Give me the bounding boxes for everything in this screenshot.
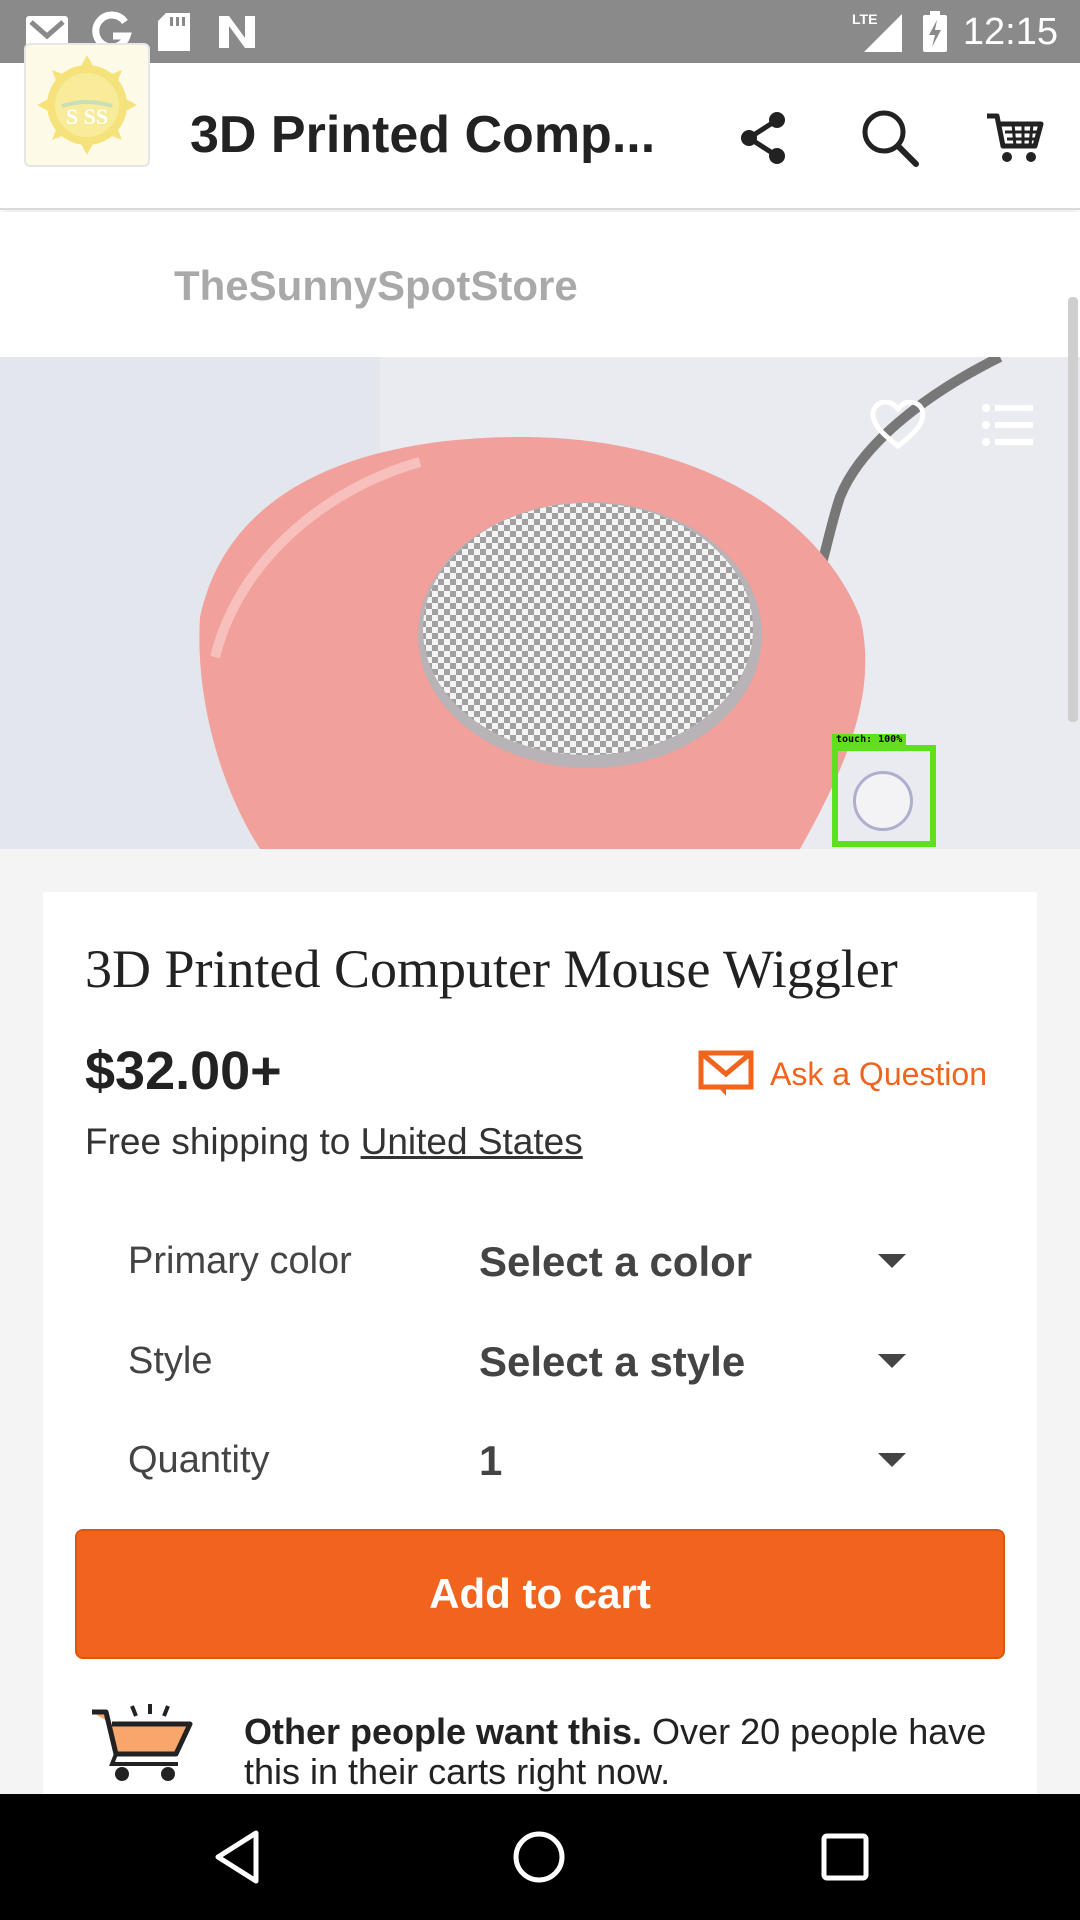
home-icon — [513, 1831, 565, 1883]
recents-button[interactable] — [812, 1824, 878, 1890]
cart-button[interactable] — [982, 105, 1048, 171]
favorite-button[interactable] — [868, 397, 928, 453]
svg-text:LTE: LTE — [852, 11, 877, 27]
list-button[interactable] — [980, 399, 1036, 451]
share-button[interactable] — [730, 105, 796, 171]
cart-icon — [987, 113, 1044, 162]
svg-text:S SS: S SS — [66, 104, 108, 129]
clock: 12:15 — [962, 11, 1058, 53]
touch-indicator — [853, 771, 913, 831]
promo-message: Other people want this. Over 20 people h… — [244, 1712, 1024, 1792]
ask-question-label: Ask a Question — [770, 1055, 987, 1092]
chevron-down-icon — [878, 1254, 906, 1268]
shop-logo[interactable]: S SS — [24, 43, 150, 167]
mail-icon — [698, 1050, 754, 1096]
option-label: Quantity — [128, 1439, 270, 1481]
shipping-destination-link[interactable]: United States — [361, 1121, 583, 1162]
search-button[interactable] — [857, 105, 923, 171]
shipping-prefix: Free shipping to — [85, 1121, 361, 1162]
quantity-select[interactable]: Quantity 1 — [128, 1431, 928, 1491]
scrollbar[interactable] — [1068, 297, 1078, 722]
navigation-bar — [0, 1794, 1080, 1920]
home-button[interactable] — [506, 1824, 572, 1890]
signal-icon: LTE — [850, 11, 906, 52]
product-price: $32.00+ — [85, 1041, 282, 1101]
n-icon — [214, 12, 260, 52]
promo-bold: Other people want this. — [244, 1711, 643, 1752]
list-icon — [982, 404, 1033, 446]
style-select[interactable]: Style Select a style — [128, 1332, 928, 1392]
option-label: Style — [128, 1340, 213, 1382]
battery-icon — [920, 11, 950, 52]
recents-icon — [821, 1833, 869, 1881]
app-bar: 3D Printed Comp... — [0, 63, 1080, 210]
primary-color-select[interactable]: Primary color Select a color — [128, 1232, 928, 1292]
shop-name[interactable]: TheSunnySpotStore — [174, 262, 578, 310]
option-value: Select a style — [479, 1338, 746, 1385]
back-icon — [215, 1830, 259, 1884]
option-label: Primary color — [128, 1240, 352, 1282]
add-to-cart-button[interactable]: Add to cart — [75, 1529, 1005, 1659]
back-button[interactable] — [204, 1824, 270, 1890]
option-value: Select a color — [479, 1238, 753, 1285]
option-value: 1 — [479, 1437, 503, 1484]
share-icon — [741, 112, 785, 164]
search-icon — [862, 110, 919, 167]
chevron-down-icon — [878, 1354, 906, 1368]
ask-question-button[interactable]: Ask a Question — [698, 1047, 987, 1101]
chevron-down-icon — [878, 1453, 906, 1467]
shipping-info: Free shipping to United States — [85, 1121, 583, 1163]
favorite-heart-icon — [870, 400, 926, 450]
page-title: 3D Printed Comp... — [190, 106, 656, 164]
shop-header: TheSunnySpotStore — [0, 212, 1080, 357]
product-title: 3D Printed Computer Mouse Wiggler — [85, 939, 898, 999]
sun-logo-icon: S SS — [37, 55, 137, 155]
status-bar: LTE 12:15 — [0, 0, 1080, 63]
sd-card-icon — [154, 12, 194, 52]
cart-promo-icon — [90, 1702, 200, 1792]
